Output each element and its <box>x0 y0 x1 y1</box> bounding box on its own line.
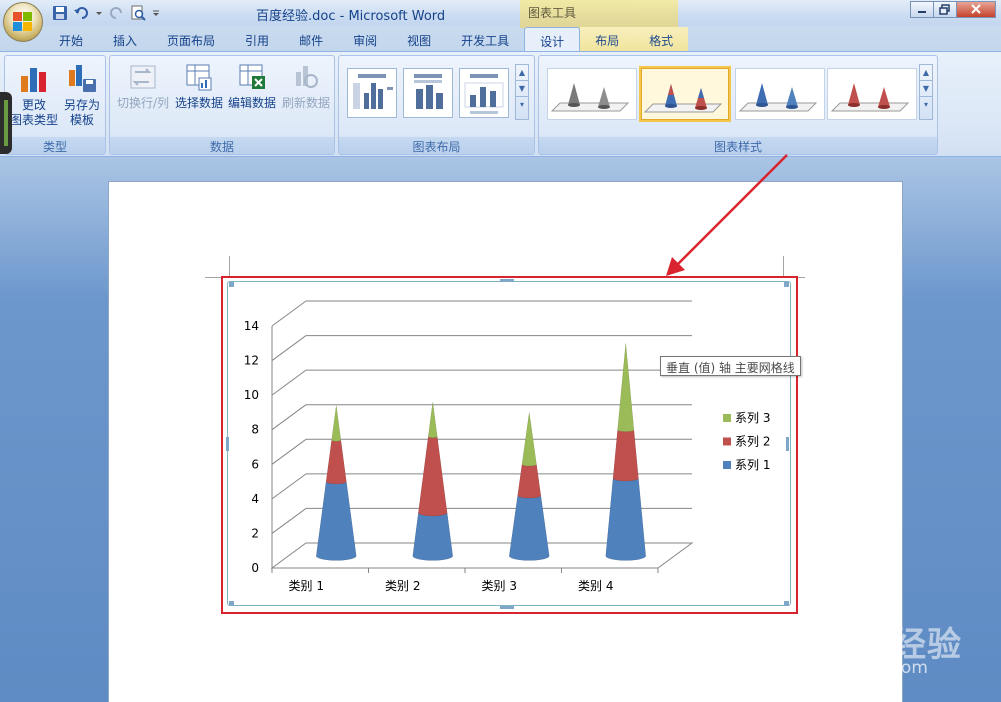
office-button[interactable] <box>3 2 43 42</box>
gridlines-tooltip: 垂直 (值) 轴 主要网格线 <box>660 356 801 376</box>
office-logo-icon <box>13 12 33 32</box>
watermark-url: jingyan.baidu.com <box>771 658 928 678</box>
